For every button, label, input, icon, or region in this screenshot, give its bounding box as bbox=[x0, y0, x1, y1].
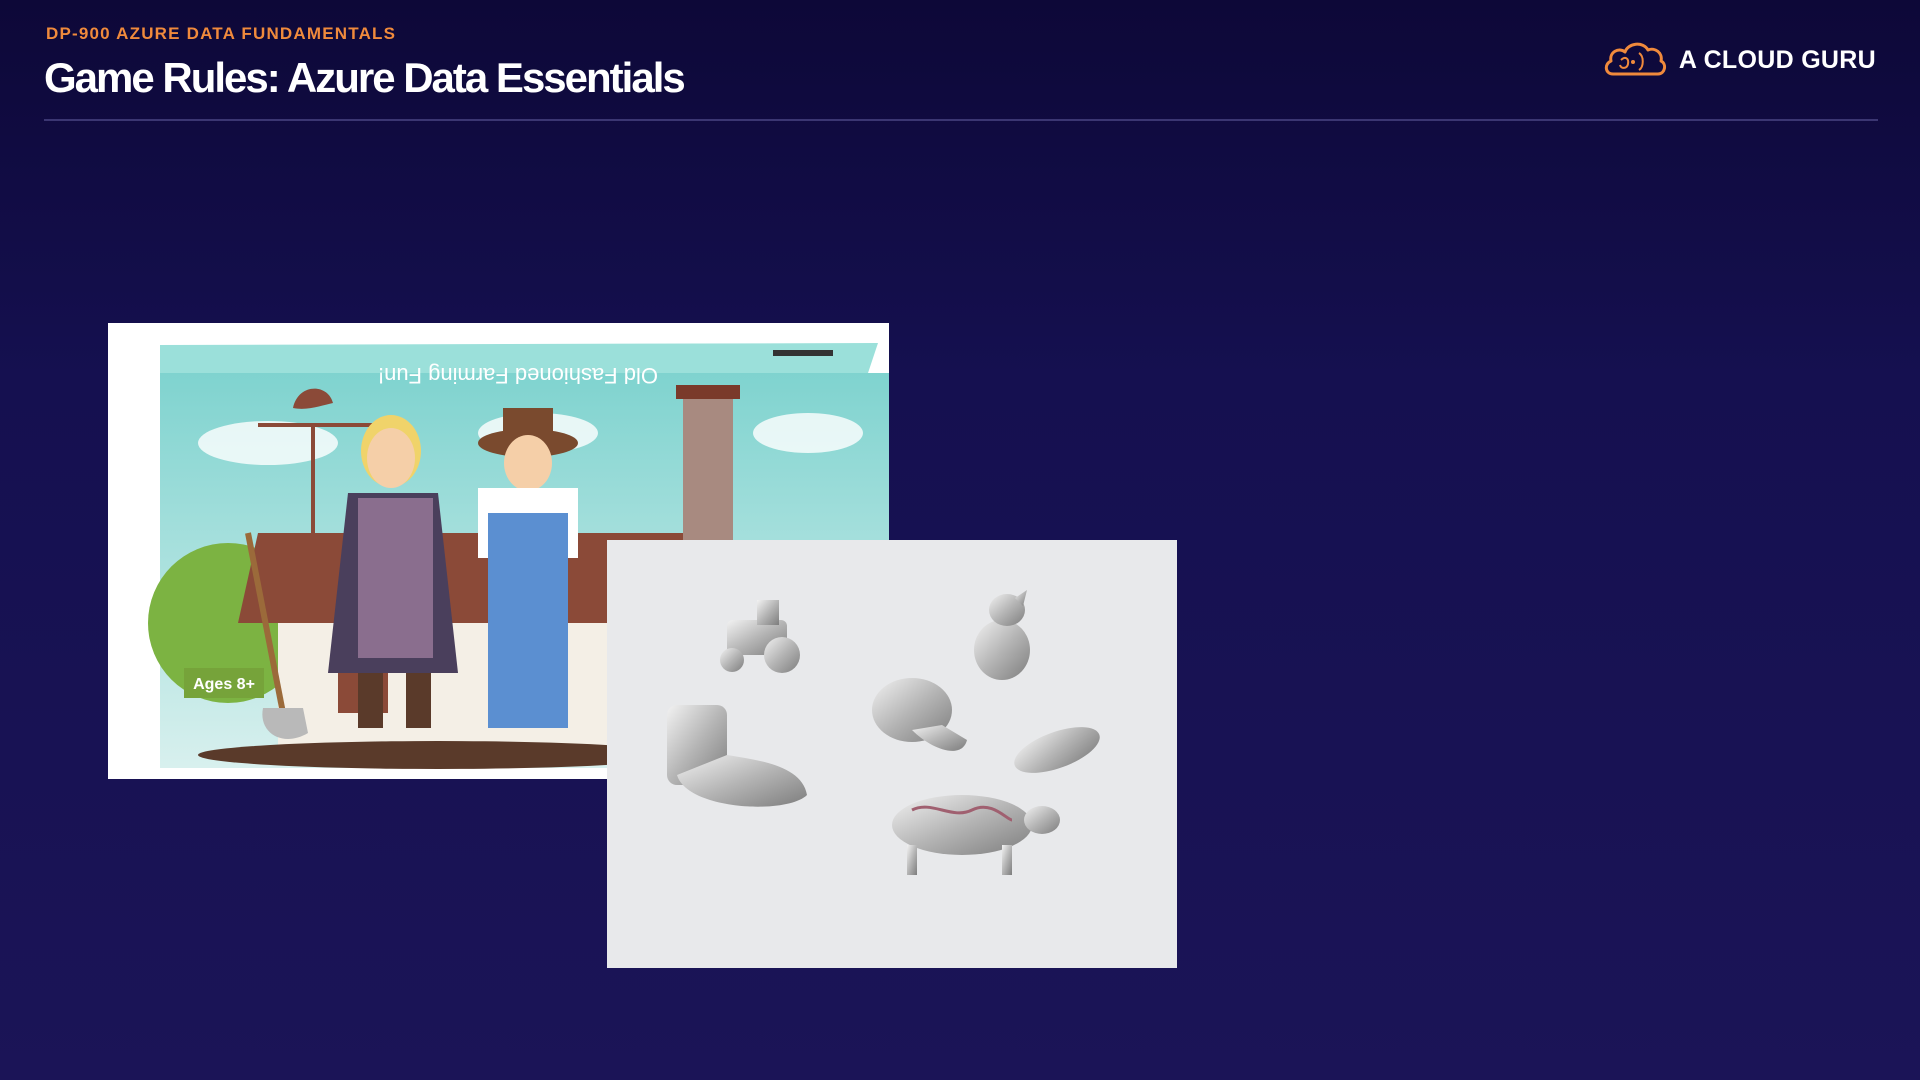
age-badge: Ages 8+ bbox=[193, 676, 255, 693]
header-divider bbox=[44, 119, 1878, 121]
cloud-logo-icon bbox=[1603, 38, 1667, 83]
brand-name: A CLOUD GURU bbox=[1678, 45, 1876, 74]
pewter-tokens-image bbox=[607, 540, 1177, 968]
course-label: DP-900 AZURE DATA FUNDAMENTALS bbox=[46, 24, 397, 43]
slide-title: Game Rules: Azure Data Essentials bbox=[44, 54, 686, 101]
box-banner-text: Old Fashioned Farming Fun! bbox=[378, 363, 658, 388]
brand-logo: A CLOUD GURU bbox=[1603, 38, 1876, 82]
slide-header: DP-900 AZURE DATA FUNDAMENTALS Game Rule… bbox=[44, 24, 1876, 120]
